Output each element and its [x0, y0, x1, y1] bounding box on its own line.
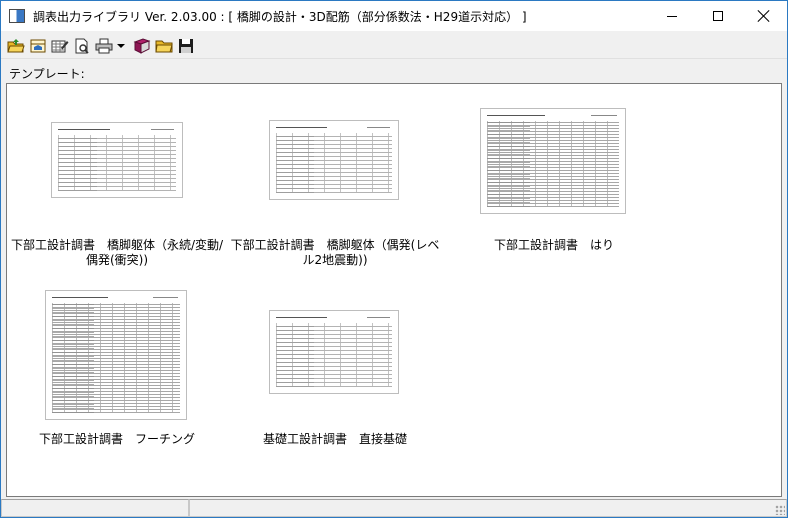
- maximize-icon: [713, 11, 723, 21]
- template-item-pier-body-seismic[interactable]: 下部工設計調書 橋脚躯体（偶発(レベル2地震動)): [225, 84, 445, 274]
- template-item-spread-foundation[interactable]: 基礎工設計調書 直接基礎: [225, 280, 445, 450]
- template-item-footing[interactable]: 下部工設計調書 フーチング: [7, 280, 227, 450]
- minimize-icon: [667, 15, 677, 17]
- template-label: 下部工設計調書 橋脚躯体（偶発(レベル2地震動)): [230, 238, 440, 267]
- template-thumbnail: [51, 122, 183, 198]
- open-folder-button[interactable]: [5, 35, 27, 57]
- app-window: 調表出力ライブラリ Ver. 2.03.00 : [ 橋脚の設計・3D配筋（部分…: [0, 0, 788, 518]
- title-bar[interactable]: 調表出力ライブラリ Ver. 2.03.00 : [ 橋脚の設計・3D配筋（部分…: [1, 1, 787, 31]
- edit-sheet-icon: [51, 40, 69, 52]
- edit-sheet-button[interactable]: [49, 35, 71, 57]
- template-section-label: テンプレート:: [9, 67, 85, 81]
- template-item-pier-body-persistent[interactable]: 下部工設計調書 橋脚躯体（永続/変動/偶発(衝突)): [7, 84, 227, 274]
- template-thumbnail: [269, 120, 399, 200]
- template-item-beam[interactable]: 下部工設計調書 はり: [444, 84, 664, 274]
- app-icon: [9, 9, 25, 23]
- toolbar: [1, 33, 787, 59]
- save-button[interactable]: [175, 35, 197, 57]
- template-label: 基礎工設計調書 直接基礎: [262, 432, 407, 446]
- window-title: 調表出力ライブラリ Ver. 2.03.00 : [ 橋脚の設計・3D配筋（部分…: [33, 9, 527, 24]
- minimize-button[interactable]: [649, 1, 695, 31]
- template-label: 下部工設計調書 橋脚躯体（永続/変動/偶発(衝突)): [10, 238, 224, 267]
- print-preview-icon: [75, 38, 89, 54]
- open-file-icon: [30, 39, 46, 52]
- maximize-button[interactable]: [695, 1, 741, 31]
- close-button[interactable]: [741, 1, 787, 31]
- resize-grip[interactable]: [775, 505, 785, 515]
- print-preview-button[interactable]: [71, 35, 93, 57]
- printer-icon: [95, 38, 113, 53]
- status-pane-left: [1, 499, 189, 517]
- library-book-icon: [133, 37, 151, 54]
- folder-icon: [155, 40, 173, 52]
- folder-button[interactable]: [153, 35, 175, 57]
- template-label: 下部工設計調書 フーチング: [38, 432, 195, 446]
- template-thumbnail: [45, 290, 187, 420]
- print-dropdown-caret[interactable]: [117, 43, 125, 48]
- template-thumbnail: [480, 108, 626, 214]
- status-bar: [1, 499, 787, 517]
- close-icon: [758, 10, 770, 22]
- save-icon: [179, 38, 193, 53]
- template-label: 下部工設計調書 はり: [493, 238, 614, 252]
- library-button[interactable]: [131, 35, 153, 57]
- status-pane-right: [189, 499, 787, 517]
- open-folder-icon: [7, 38, 25, 52]
- window-controls: [649, 1, 787, 31]
- open-file-button[interactable]: [27, 35, 49, 57]
- template-thumbnail: [269, 310, 399, 394]
- print-button[interactable]: [93, 35, 115, 57]
- template-list: 下部工設計調書 橋脚躯体（永続/変動/偶発(衝突)) 下部工設計調書 橋脚躯体（…: [6, 83, 782, 497]
